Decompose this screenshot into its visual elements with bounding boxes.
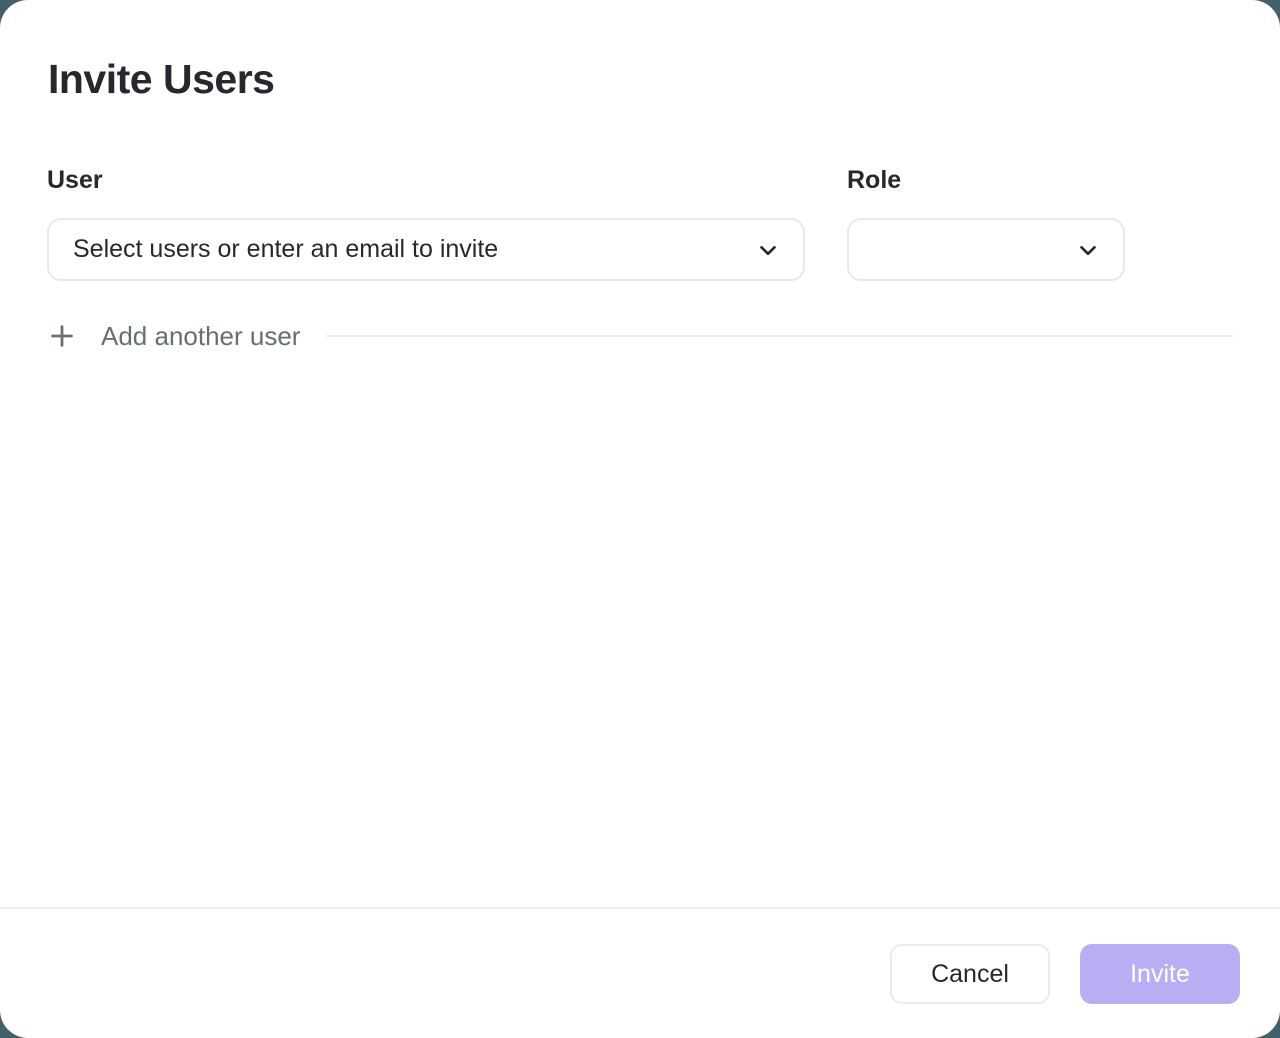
add-another-user-row: Add another user	[47, 320, 1233, 352]
add-another-user-button[interactable]: Add another user	[47, 321, 300, 352]
footer-divider	[0, 907, 1280, 909]
add-another-user-label: Add another user	[101, 321, 300, 352]
modal-title: Invite Users	[48, 53, 274, 106]
invite-button[interactable]: Invite	[1080, 944, 1240, 1004]
add-user-divider	[326, 335, 1233, 337]
plus-icon	[47, 321, 77, 351]
invite-users-modal: Invite Users User Select users or enter …	[0, 0, 1280, 1038]
user-select-placeholder: Select users or enter an email to invite	[73, 235, 755, 264]
chevron-down-icon	[1075, 237, 1101, 263]
role-select[interactable]	[847, 218, 1125, 281]
role-field-label: Role	[847, 166, 901, 195]
page-backdrop: Invite Users User Select users or enter …	[0, 0, 1280, 1038]
cancel-button[interactable]: Cancel	[890, 944, 1050, 1004]
chevron-down-icon	[755, 237, 781, 263]
user-field-label: User	[47, 166, 103, 195]
user-select[interactable]: Select users or enter an email to invite	[47, 218, 805, 281]
